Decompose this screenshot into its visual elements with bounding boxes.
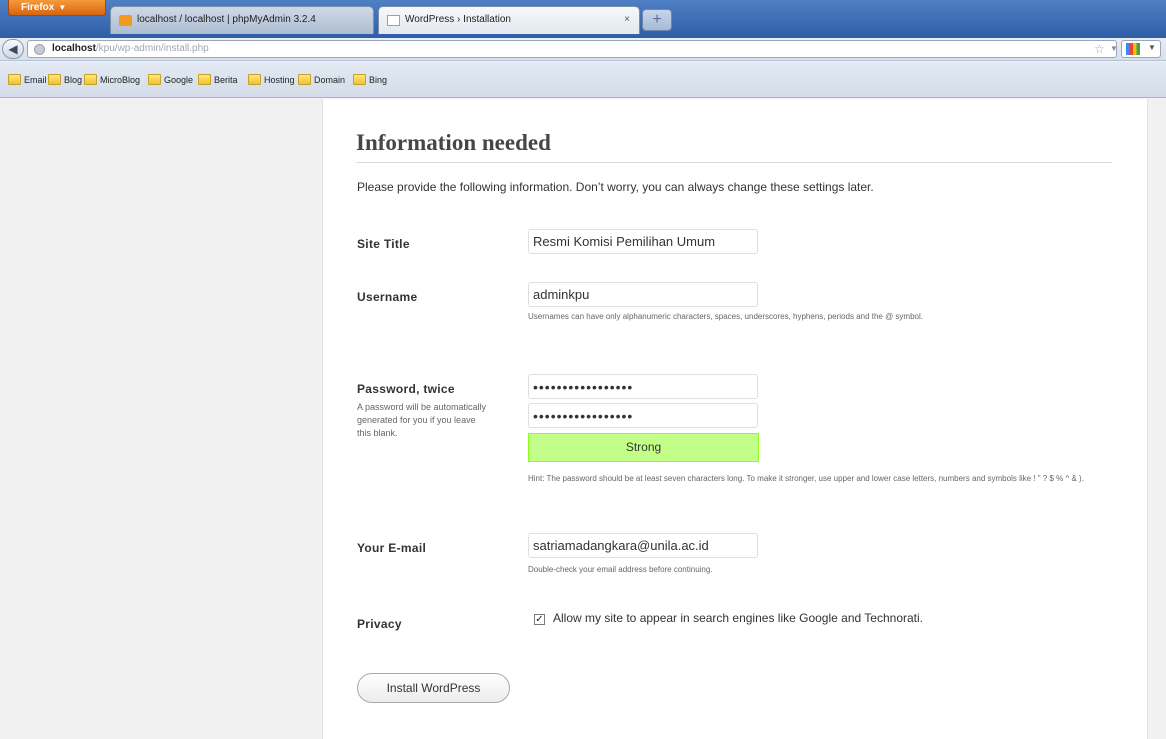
google-search-icon xyxy=(1126,43,1140,55)
username-input[interactable] xyxy=(528,282,758,307)
email-hint: Double-check your email address before c… xyxy=(528,565,713,574)
bookmark-google[interactable]: Google xyxy=(148,73,193,87)
password-description: A password will be automatically generat… xyxy=(357,402,487,438)
page-margin xyxy=(1149,99,1166,739)
site-title-input[interactable] xyxy=(528,229,758,254)
email-input[interactable] xyxy=(528,533,758,558)
password-label: Password, twice xyxy=(357,382,455,396)
bookmark-label: Domain xyxy=(314,75,346,85)
history-dropdown-icon[interactable]: ▼ xyxy=(1110,41,1116,57)
url-domain: localhost xyxy=(52,43,96,54)
folder-icon xyxy=(353,74,366,85)
tab-label: localhost / localhost | phpMyAdmin 3.2.4 xyxy=(137,14,316,25)
password-input-2[interactable] xyxy=(528,403,758,428)
back-arrow-icon: ◀ xyxy=(8,42,18,56)
page-favicon-icon xyxy=(387,15,400,26)
bookmark-label: Google xyxy=(164,75,194,85)
password-input-1[interactable] xyxy=(528,374,758,399)
bookmark-blog[interactable]: Blog xyxy=(48,73,82,87)
url-path: /kpu/wp-admin/install.php xyxy=(95,43,209,54)
bookmark-berita[interactable]: Berita xyxy=(198,73,238,87)
bookmark-label: Blog xyxy=(64,75,83,85)
heading-divider xyxy=(356,162,1112,163)
firefox-menu-label: Firefox xyxy=(21,2,55,13)
new-tab-button[interactable]: + xyxy=(642,9,672,31)
chevron-down-icon: ▼ xyxy=(1148,43,1156,52)
address-bar[interactable]: localhost/kpu/wp-admin/install.php ☆ ▼ ↻ xyxy=(27,40,1117,58)
page-viewport: Information needed Please provide the fo… xyxy=(0,99,1166,739)
checkmark-icon: ✓ xyxy=(535,614,544,625)
bookmark-email[interactable]: Email xyxy=(8,73,47,87)
tab-wordpress-installation[interactable]: WordPress › Installation × xyxy=(378,6,640,34)
bookmark-domain[interactable]: Domain xyxy=(298,73,345,87)
bookmark-microblog[interactable]: MicroBlog xyxy=(84,73,140,87)
chevron-down-icon: ▼ xyxy=(58,3,67,12)
folder-icon xyxy=(248,74,261,85)
folder-icon xyxy=(198,74,211,85)
bookmarks-toolbar: Email Blog MicroBlog Google Berita Hosti… xyxy=(0,62,1166,98)
tab-label: WordPress › Installation xyxy=(405,14,511,25)
bookmark-label: Berita xyxy=(214,75,238,85)
password-hint: Hint: The password should be at least se… xyxy=(528,474,1084,483)
folder-icon xyxy=(84,74,97,85)
page-title: Information needed xyxy=(356,130,551,155)
bookmark-label: Bing xyxy=(369,75,388,85)
bookmark-bing[interactable]: Bing xyxy=(353,73,387,87)
firefox-menu-button[interactable]: Firefox ▼ xyxy=(8,0,106,16)
bookmark-label: Hosting xyxy=(264,75,295,85)
back-button[interactable]: ◀ xyxy=(2,39,24,59)
bookmark-label: MicroBlog xyxy=(100,75,141,85)
install-wordpress-button[interactable]: Install WordPress xyxy=(357,673,510,703)
phpmyadmin-favicon-icon xyxy=(119,15,132,26)
password-strength-indicator: Strong xyxy=(528,433,759,462)
bookmark-star-icon[interactable]: ☆ xyxy=(1094,41,1105,57)
site-title-label: Site Title xyxy=(357,237,410,251)
search-engine-button[interactable]: ▼ xyxy=(1121,40,1161,58)
username-label: Username xyxy=(357,290,418,304)
username-hint: Usernames can have only alphanumeric cha… xyxy=(528,312,923,321)
site-identity-icon[interactable] xyxy=(34,44,45,55)
close-tab-icon[interactable]: × xyxy=(624,7,630,33)
folder-icon xyxy=(8,74,21,85)
privacy-checkbox[interactable]: ✓ xyxy=(534,614,545,625)
folder-icon xyxy=(298,74,311,85)
bookmark-hosting[interactable]: Hosting xyxy=(248,73,295,87)
email-label: Your E-mail xyxy=(357,541,427,555)
bookmark-label: Email xyxy=(24,75,47,85)
privacy-checkbox-label[interactable]: Allow my site to appear in search engine… xyxy=(553,611,923,625)
privacy-label: Privacy xyxy=(357,617,402,631)
folder-icon xyxy=(48,74,61,85)
intro-text: Please provide the following information… xyxy=(357,180,874,194)
navigation-bar: ◀ localhost/kpu/wp-admin/install.php ☆ ▼… xyxy=(0,38,1166,61)
browser-title-bar: Firefox ▼ localhost / localhost | phpMyAd… xyxy=(0,0,1166,38)
folder-icon xyxy=(148,74,161,85)
tab-phpmyadmin[interactable]: localhost / localhost | phpMyAdmin 3.2.4 xyxy=(110,6,374,34)
